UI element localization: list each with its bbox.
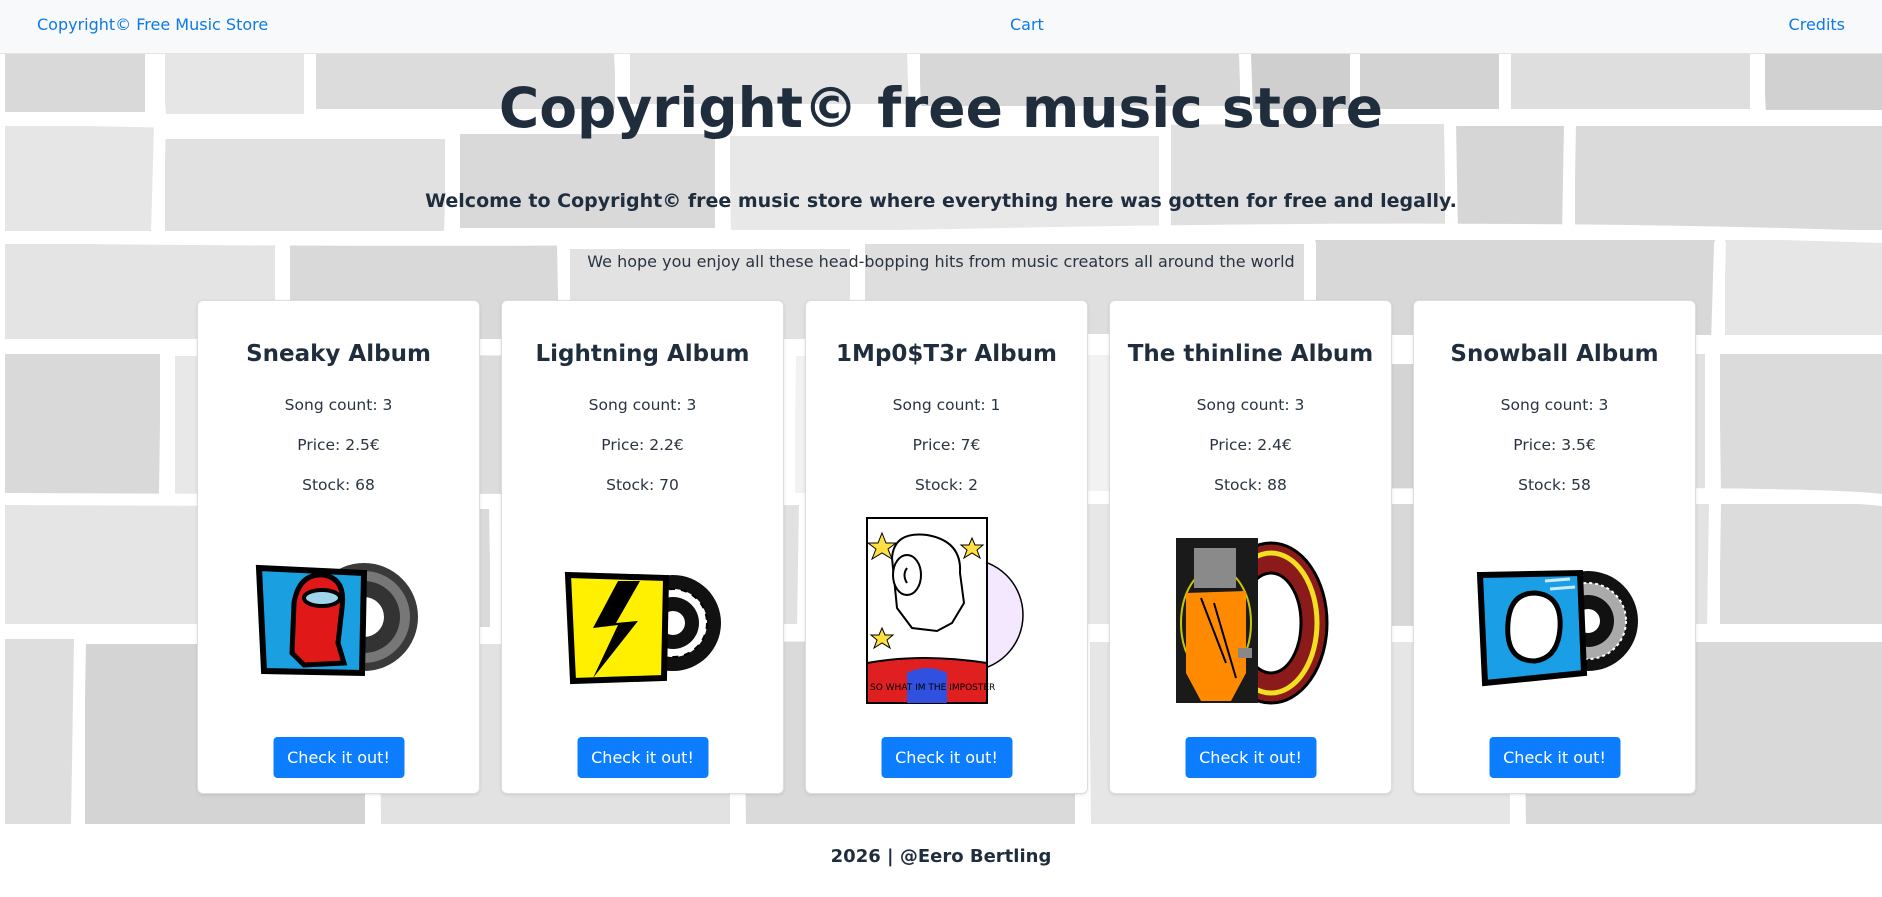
cart-link[interactable]: Cart — [1010, 0, 1044, 54]
check-it-out-button[interactable]: Check it out! — [577, 737, 708, 778]
lightning-album-art — [564, 571, 721, 685]
album-card-thinline: The thinline Album Song count: 3 Price: … — [1109, 300, 1392, 794]
album-price: Price: 2.4€ — [1209, 436, 1292, 454]
album-title: Snowball Album — [1450, 341, 1659, 367]
album-price: Price: 2.2€ — [601, 436, 684, 454]
album-card-impostor: 1Mp0$T3r Album Song count: 1 Price: 7€ S… — [805, 300, 1088, 794]
album-title: Sneaky Album — [246, 341, 431, 367]
album-price: Price: 3.5€ — [1513, 436, 1596, 454]
snowball-album-art — [1476, 569, 1638, 687]
sneaky-album-art — [255, 563, 418, 677]
album-song-count: Song count: 3 — [1500, 396, 1609, 414]
check-it-out-button[interactable]: Check it out! — [1489, 737, 1620, 778]
album-price: Price: 7€ — [912, 436, 981, 454]
album-song-count: Song count: 3 — [588, 396, 697, 414]
album-card-lightning: Lightning Album Song count: 3 Price: 2.2… — [501, 300, 784, 794]
album-price: Price: 2.5€ — [297, 436, 380, 454]
album-card-snowball: Snowball Album Song count: 3 Price: 3.5€… — [1413, 300, 1696, 794]
credits-link[interactable]: Credits — [1789, 0, 1845, 54]
album-stock: Stock: 70 — [606, 476, 679, 494]
album-song-count: Song count: 3 — [1196, 396, 1305, 414]
check-it-out-button[interactable]: Check it out! — [273, 737, 404, 778]
album-title: The thinline Album — [1127, 341, 1374, 367]
impostor-album-art: SO WHAT IM THE IMPOSTER — [865, 517, 1024, 704]
top-navbar: Copyright© Free Music Store Cart Credits — [0, 0, 1882, 54]
album-stock: Stock: 68 — [302, 476, 375, 494]
thinline-album-art — [1175, 538, 1328, 705]
check-it-out-button[interactable]: Check it out! — [1185, 737, 1316, 778]
impostor-art-text: SO WHAT IM THE IMPOSTER — [870, 683, 995, 693]
album-song-count: Song count: 3 — [284, 396, 393, 414]
album-card-sneaky: Sneaky Album Song count: 3 Price: 2.5€ S… — [197, 300, 480, 794]
album-stock: Stock: 2 — [915, 476, 978, 494]
album-title: Lightning Album — [535, 341, 750, 367]
album-song-count: Song count: 1 — [892, 396, 1001, 414]
page-title: Copyright© free music store — [498, 76, 1384, 140]
album-stock: Stock: 88 — [1214, 476, 1287, 494]
brand-link[interactable]: Copyright© Free Music Store — [37, 0, 268, 54]
check-it-out-button[interactable]: Check it out! — [881, 737, 1012, 778]
subtitle-text: We hope you enjoy all these head-bopping… — [587, 252, 1295, 271]
album-title: 1Mp0$T3r Album — [836, 341, 1057, 367]
footer-text: 2026 | @Eero Bertling — [830, 846, 1052, 867]
album-stock: Stock: 58 — [1518, 476, 1591, 494]
footer: 2026 | @Eero Bertling — [0, 824, 1882, 897]
welcome-text: Welcome to Copyright© free music store w… — [425, 190, 1457, 212]
